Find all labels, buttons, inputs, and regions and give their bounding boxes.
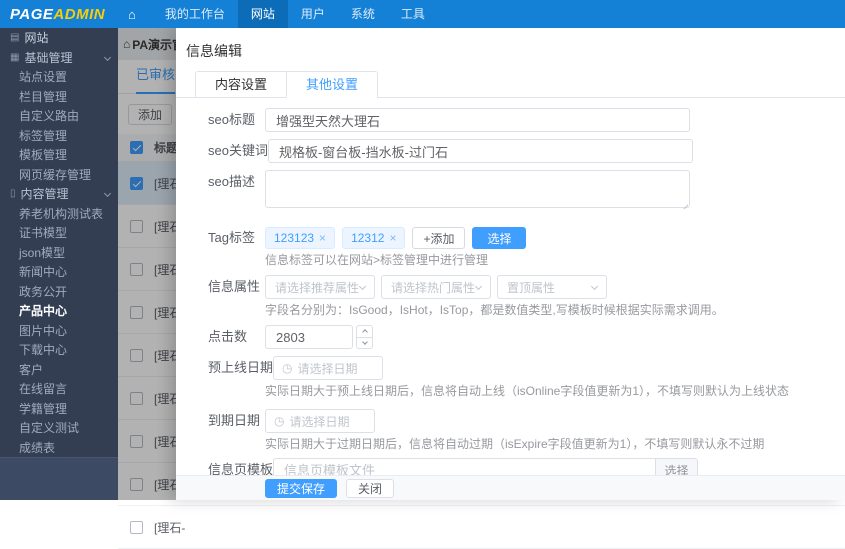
close-icon[interactable]: × xyxy=(389,231,396,245)
info-edit-drawer: 信息编辑 内容设置 其他设置 seo标题 seo关键词 seo描述 Tag标签 xyxy=(176,28,845,500)
table-row[interactable]: [理石- xyxy=(118,506,845,549)
sidebar-group-label: 基础管理 xyxy=(24,50,73,65)
seo-keywords-label: seo关键词 xyxy=(208,143,268,158)
chevron-down-icon xyxy=(590,282,599,290)
stepper-up-button[interactable] xyxy=(357,326,372,337)
logo-text-admin: ADMIN xyxy=(53,5,106,23)
clicks-input[interactable] xyxy=(265,325,353,349)
sidebar-item-custom-route[interactable]: 自定义路由 xyxy=(0,106,118,126)
menu-icon: ▤ xyxy=(10,32,20,44)
submit-save-button[interactable]: 提交保存 xyxy=(265,478,338,498)
sidebar-section-website[interactable]: ▤ 网站 xyxy=(0,28,118,48)
attrs-label: 信息属性 xyxy=(208,279,261,294)
chevron-up-icon xyxy=(361,329,368,336)
hot-attr-select[interactable]: 请选择热门属性 xyxy=(381,275,491,299)
tab-other-settings[interactable]: 其他设置 xyxy=(286,72,378,98)
tags-help-text: 信息标签可以在网站>标签管理中进行管理 xyxy=(265,253,489,267)
sidebar-item-template-mgmt[interactable]: 模板管理 xyxy=(0,145,118,165)
sidebar-group-label: 内容管理 xyxy=(20,187,69,202)
date-placeholder: 请选择日期 xyxy=(289,414,350,429)
sidebar-item-download-center[interactable]: 下载中心 xyxy=(0,340,118,360)
home-icon[interactable]: ⌂ xyxy=(128,7,136,22)
sidebar-item-online-message[interactable]: 在线留言 xyxy=(0,379,118,399)
seo-desc-textarea[interactable] xyxy=(265,170,690,208)
drawer-footer: 提交保存 关闭 xyxy=(176,475,845,500)
sidebar: ▤ 网站 ▦ 基础管理 站点设置 栏目管理 自定义路由 标签管理 模板管理 网页… xyxy=(0,28,118,500)
other-settings-form: seo标题 seo关键词 seo描述 Tag标签 123123 × 12312 xyxy=(176,98,845,500)
recommend-attr-select[interactable]: 请选择推荐属性 xyxy=(265,275,375,299)
document-icon: ▯ xyxy=(10,188,16,200)
sidebar-item-customers[interactable]: 客户 xyxy=(0,360,118,380)
tag-chip: 123123 × xyxy=(265,227,336,249)
seo-keywords-input[interactable] xyxy=(267,139,693,163)
tags-label: Tag标签 xyxy=(208,230,255,245)
date-placeholder: 请选择日期 xyxy=(297,361,358,376)
stepper-down-button[interactable] xyxy=(357,336,372,349)
chevron-down-icon xyxy=(358,282,367,290)
close-icon[interactable]: × xyxy=(319,231,326,245)
drawer-title: 信息编辑 xyxy=(186,43,242,59)
online-date-help-text: 实际日期大于预上线日期后，信息将自动上线（isOnline字段值更新为1），不填… xyxy=(265,384,790,398)
sidebar-group-basic-mgmt[interactable]: ▦ 基础管理 xyxy=(0,48,118,68)
sidebar-section-label: 网站 xyxy=(24,31,49,46)
add-tag-button[interactable]: +添加 xyxy=(412,227,466,249)
select-placeholder: 请选择热门属性 xyxy=(391,280,476,295)
drawer-tab-bar: 内容设置 其他设置 xyxy=(176,71,845,98)
sidebar-item-custom-test[interactable]: 自定义测试 xyxy=(0,418,118,438)
online-date-label: 预上线日期 xyxy=(208,360,274,375)
expire-date-help-text: 实际日期大于过期日期后，信息将自动过期（isExpire字段值更新为1），不填写… xyxy=(265,437,765,451)
sidebar-item-elder-test[interactable]: 养老机构测试表 xyxy=(0,204,118,224)
seo-title-label: seo标题 xyxy=(208,112,255,127)
select-placeholder: 置顶属性 xyxy=(507,280,556,295)
number-stepper xyxy=(356,325,373,349)
app-logo: PAGEADMIN xyxy=(0,6,118,23)
nav-item-users[interactable]: 用户 xyxy=(288,0,338,28)
select-tag-button[interactable]: 选择 xyxy=(472,227,527,249)
nav-item-workbench[interactable]: 我的工作台 xyxy=(152,0,238,28)
tag-chip-label: 123123 xyxy=(274,231,315,245)
row-title: [理石- xyxy=(154,520,186,535)
sidebar-item-news-center[interactable]: 新闻中心 xyxy=(0,262,118,282)
sidebar-item-tag-mgmt[interactable]: 标签管理 xyxy=(0,126,118,146)
seo-title-input[interactable] xyxy=(265,108,690,132)
expire-date-label: 到期日期 xyxy=(208,413,261,428)
grid-icon: ▦ xyxy=(10,51,20,63)
logo-text-page: PAGE xyxy=(10,5,54,23)
online-date-picker[interactable]: ◷ 请选择日期 xyxy=(273,356,384,380)
attrs-help-text: 字段名分别为：IsGood，IsHot，IsTop，都是数值类型,写模板时候根据… xyxy=(265,303,724,317)
sidebar-item-cache-mgmt[interactable]: 网页缓存管理 xyxy=(0,165,118,185)
nav-item-system[interactable]: 系统 xyxy=(338,0,388,28)
sidebar-item-student-mgmt[interactable]: 学籍管理 xyxy=(0,399,118,419)
tab-content-settings[interactable]: 内容设置 xyxy=(196,72,287,98)
sidebar-group-content-mgmt[interactable]: ▯ 内容管理 xyxy=(0,184,118,204)
chevron-down-icon xyxy=(361,338,368,345)
sidebar-footer-area xyxy=(0,457,118,500)
sidebar-item-json-model[interactable]: json模型 xyxy=(0,243,118,263)
chevron-down-icon xyxy=(474,282,483,290)
sidebar-item-site-settings[interactable]: 站点设置 xyxy=(0,67,118,87)
sidebar-item-cert-model[interactable]: 证书模型 xyxy=(0,223,118,243)
tag-chip: 12312 × xyxy=(342,227,406,249)
nav-item-tools[interactable]: 工具 xyxy=(388,0,438,28)
close-button[interactable]: 关闭 xyxy=(346,478,395,498)
expire-date-picker[interactable]: ◷ 请选择日期 xyxy=(265,409,375,433)
nav-item-website[interactable]: 网站 xyxy=(237,0,288,28)
seo-desc-label: seo描述 xyxy=(208,174,255,189)
sidebar-item-product-center[interactable]: 产品中心 xyxy=(0,301,118,321)
chevron-down-icon xyxy=(103,53,112,61)
clock-icon: ◷ xyxy=(274,414,285,428)
chevron-down-icon xyxy=(103,190,112,198)
top-navbar: PAGEADMIN ⌂ 我的工作台 网站 用户 系统 工具 xyxy=(0,0,845,28)
select-placeholder: 请选择推荐属性 xyxy=(275,280,360,295)
sidebar-item-image-center[interactable]: 图片中心 xyxy=(0,321,118,341)
sidebar-item-score-table[interactable]: 成绩表 xyxy=(0,438,118,458)
tag-chip-label: 12312 xyxy=(351,231,385,245)
top-attr-select[interactable]: 置顶属性 xyxy=(497,275,607,299)
clicks-label: 点击数 xyxy=(208,329,248,344)
row-checkbox[interactable] xyxy=(130,520,143,534)
sidebar-item-column-mgmt[interactable]: 栏目管理 xyxy=(0,87,118,107)
sidebar-item-gov-public[interactable]: 政务公开 xyxy=(0,282,118,302)
clock-icon: ◷ xyxy=(282,361,293,375)
